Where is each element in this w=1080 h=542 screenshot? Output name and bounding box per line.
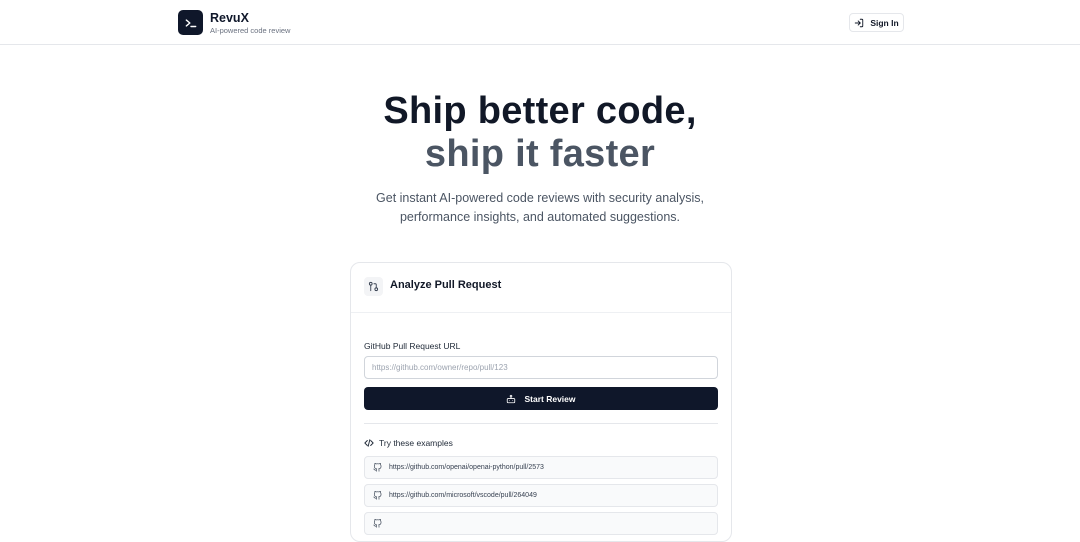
hero-title-line1: Ship better code, (383, 90, 697, 132)
card-header: Analyze Pull Request (351, 263, 731, 313)
hero-subtitle-line1: Get instant AI-powered code reviews with… (376, 191, 704, 205)
top-header: RevuX AI-powered code review Sign In (0, 0, 1080, 45)
example-link[interactable]: https://github.com/microsoft/vscode/pull… (364, 484, 718, 507)
sign-in-label: Sign In (870, 17, 899, 28)
log-in-icon (855, 18, 864, 27)
pr-url-label: GitHub Pull Request URL (364, 341, 461, 351)
examples-heading: Try these examples (364, 438, 453, 448)
git-pull-request-icon (364, 277, 383, 296)
github-icon (373, 519, 382, 528)
github-icon (373, 463, 382, 472)
hero-title-line2: ship it faster (424, 133, 656, 175)
code-icon (364, 439, 374, 447)
card-title: Analyze Pull Request (390, 279, 502, 291)
github-icon (373, 491, 382, 500)
start-review-button[interactable]: Start Review (364, 387, 718, 410)
app-name[interactable]: RevuX (210, 11, 249, 25)
examples-title: Try these examples (379, 438, 453, 448)
card-divider (364, 423, 718, 424)
hero-subtitle: Get instant AI-powered code reviews with… (340, 189, 740, 227)
hero-subtitle-line2: performance insights, and automated sugg… (399, 210, 681, 224)
example-url: https://github.com/microsoft/vscode/pull… (389, 492, 537, 499)
terminal-icon[interactable] (178, 10, 203, 35)
pr-url-input[interactable] (364, 356, 718, 379)
start-review-label: Start Review (524, 393, 576, 404)
app-tagline: AI-powered code review (210, 26, 291, 35)
example-link[interactable]: https://github.com/openai/openai-python/… (364, 456, 718, 479)
example-url: https://github.com/openai/openai-python/… (389, 464, 544, 471)
sign-in-button[interactable]: Sign In (849, 13, 904, 32)
bot-icon (507, 394, 516, 403)
analyze-pr-card: Analyze Pull Request GitHub Pull Request… (350, 262, 732, 542)
example-link[interactable] (364, 512, 718, 535)
